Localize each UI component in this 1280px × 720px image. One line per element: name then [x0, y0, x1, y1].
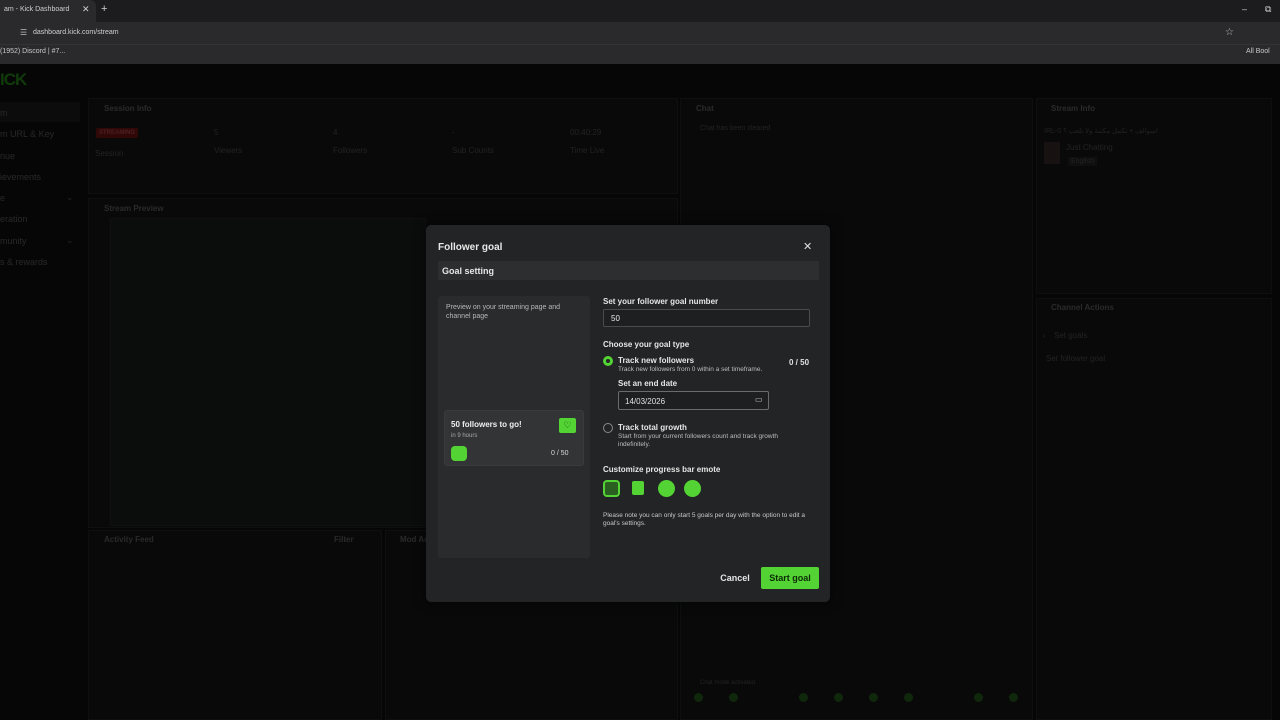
minimize-icon[interactable]: –: [1242, 4, 1247, 14]
end-date-value[interactable]: 14/03/2026: [625, 397, 665, 406]
option-new-title[interactable]: Track new followers: [618, 356, 694, 365]
emote-label: Customize progress bar emote: [603, 465, 721, 474]
option-new-desc: Track new followers from 0 within a set …: [618, 366, 763, 373]
emote-option-gift[interactable]: [632, 481, 644, 495]
tab-close-icon[interactable]: ✕: [82, 4, 90, 15]
new-tab-button[interactable]: +: [101, 3, 107, 15]
end-date-label: Set an end date: [618, 379, 678, 388]
bookmark-discord[interactable]: (1952) Discord | #7...: [0, 48, 65, 55]
goal-card-subtitle: in 9 hours: [451, 433, 478, 439]
option-total-title[interactable]: Track total growth: [618, 423, 687, 432]
restore-icon[interactable]: ⧉: [1265, 4, 1271, 15]
emote-option-face[interactable]: [684, 480, 701, 497]
url-text[interactable]: dashboard.kick.com/stream: [33, 29, 119, 36]
goal-card-title: 50 followers to go!: [451, 420, 522, 429]
radio-track-new-followers[interactable]: [603, 356, 613, 366]
preview-description: Preview on your streaming page and chann…: [446, 304, 561, 320]
goal-card-emote-icon: [451, 446, 467, 461]
bookmarks-bar: [0, 44, 1280, 64]
option-total-desc: Start from your current followers count …: [618, 433, 779, 448]
goals-limit-note: Please note you can only start 5 goals p…: [603, 512, 805, 527]
cancel-button[interactable]: Cancel: [712, 567, 758, 589]
radio-track-total-growth[interactable]: [603, 423, 613, 433]
tune-icon[interactable]: ☰: [20, 28, 27, 37]
url-field[interactable]: [14, 25, 1242, 41]
modal-title: Follower goal: [438, 242, 503, 253]
calendar-icon[interactable]: ▭: [755, 395, 763, 404]
modal-tab-strip: [438, 261, 819, 280]
heart-icon: ♡: [559, 418, 576, 433]
emote-option-blob[interactable]: [658, 480, 675, 497]
star-icon[interactable]: ☆: [1225, 27, 1234, 38]
bookmark-all[interactable]: All Bool: [1246, 48, 1270, 55]
browser-tab-title: am - Kick Dashboard: [4, 6, 70, 13]
start-goal-button[interactable]: Start goal: [761, 567, 819, 589]
browser-tab-bar: [0, 0, 1280, 22]
goal-card-count: 0 / 50: [551, 450, 569, 457]
tab-goal-setting[interactable]: Goal setting: [442, 266, 494, 276]
goal-number-label: Set your follower goal number: [603, 297, 719, 306]
goal-number-input[interactable]: [603, 309, 810, 327]
close-icon[interactable]: ✕: [803, 240, 812, 253]
new-followers-count: 0 / 50: [789, 358, 810, 367]
goal-type-label: Choose your goal type: [603, 340, 690, 349]
emote-option-kick[interactable]: [603, 480, 620, 497]
